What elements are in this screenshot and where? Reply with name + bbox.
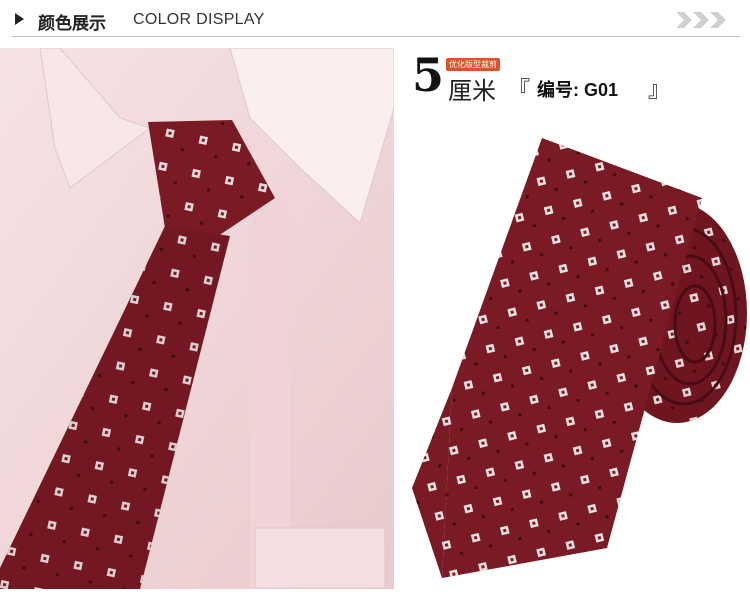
product-code: 编号: G01: [537, 80, 619, 100]
play-triangle-icon: [15, 13, 24, 25]
rolled-tie-photo: [402, 48, 750, 589]
width-unit: 厘米: [448, 77, 496, 105]
product-size-label: 5 优化版型裁剪 厘米 『 编号: G01 』: [410, 48, 740, 105]
slim-cut-badge: 优化版型裁剪: [446, 58, 500, 71]
bracket-close: 』: [648, 78, 671, 103]
section-header: 颜色展示 COLOR DISPLAY: [0, 0, 750, 42]
shirt-with-tie-image: [0, 48, 394, 589]
bracket-open: 『: [508, 78, 531, 103]
width-number: 5: [412, 48, 445, 102]
section-title-cn: 颜色展示: [38, 14, 106, 34]
rolled-tie-image: [412, 138, 747, 578]
model-photo: [0, 48, 394, 589]
section-title-en: COLOR DISPLAY: [133, 11, 265, 28]
header-divider: [12, 36, 740, 37]
double-chevron-right-icon: [676, 12, 726, 28]
